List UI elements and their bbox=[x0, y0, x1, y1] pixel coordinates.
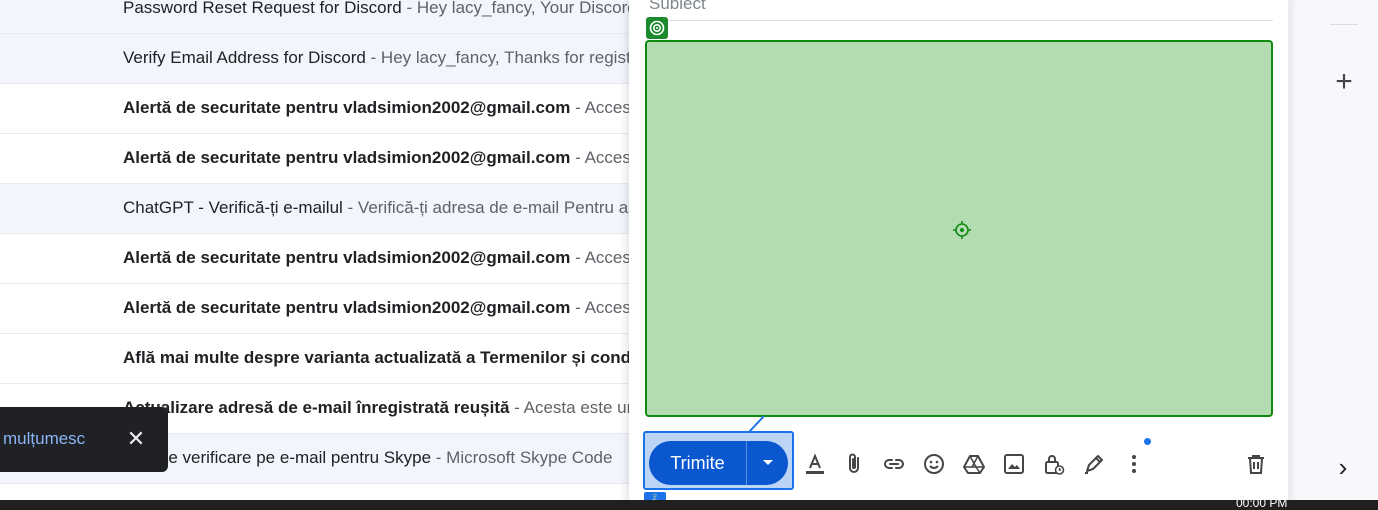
email-subject: Password Reset Request for Discord bbox=[123, 0, 402, 17]
discard-draft-icon[interactable] bbox=[1241, 449, 1271, 479]
email-subject: Alertă de securitate pentru vladsimion20… bbox=[123, 98, 571, 117]
email-subject: Alertă de securitate pentru vladsimion20… bbox=[123, 148, 571, 167]
email-row[interactable]: Alertă de securitate pentru vladsimion20… bbox=[0, 84, 640, 134]
email-subject: Actualizare adresă de e-mail înregistrat… bbox=[123, 398, 510, 417]
email-subject: Cod de verificare pe e-mail pentru Skype bbox=[123, 448, 432, 467]
email-subject: Alertă de securitate pentru vladsimion20… bbox=[123, 248, 571, 267]
more-options-icon[interactable] bbox=[1119, 449, 1149, 479]
email-snippet: - Hey lacy_fancy, Thanks for registering bbox=[365, 48, 640, 67]
close-icon[interactable]: ✕ bbox=[124, 427, 148, 451]
target-icon bbox=[646, 17, 668, 39]
snackbar: mulțumesc ✕ bbox=[0, 407, 168, 472]
side-panel: + › bbox=[1290, 0, 1378, 500]
notification-dot bbox=[1144, 438, 1151, 445]
email-subject: ChatGPT - Verifică-ți e-mailul bbox=[123, 198, 343, 217]
email-row[interactable]: Verify Email Address for Discord - Hey l… bbox=[0, 34, 640, 84]
email-subject: Verify Email Address for Discord bbox=[123, 48, 366, 67]
email-row[interactable]: Află mai multe despre varianta actualiza… bbox=[0, 334, 640, 384]
formatting-options-icon[interactable] bbox=[800, 449, 830, 479]
email-row[interactable]: Alertă de securitate pentru vladsimion20… bbox=[0, 284, 640, 334]
email-snippet: - Acesta este un mesaj bbox=[514, 398, 640, 417]
taskbar: 00:00 PM bbox=[0, 496, 1378, 510]
expand-panel-icon[interactable]: › bbox=[1333, 452, 1353, 482]
emoji-icon[interactable] bbox=[919, 449, 949, 479]
gmail-window: Password Reset Request for Discord - Hey… bbox=[0, 0, 1378, 510]
email-subject: Alertă de securitate pentru vladsimion20… bbox=[123, 298, 571, 317]
compose-toolbar bbox=[629, 438, 1288, 479]
confidential-mode-icon[interactable] bbox=[1039, 449, 1069, 479]
insert-photo-icon[interactable] bbox=[999, 449, 1029, 479]
message-body[interactable] bbox=[645, 40, 1273, 417]
attach-file-icon[interactable] bbox=[839, 449, 869, 479]
google-drive-icon[interactable] bbox=[959, 449, 989, 479]
email-row[interactable]: Password Reset Request for Discord - Hey… bbox=[0, 0, 640, 34]
email-row[interactable]: Alertă de securitate pentru vladsimion20… bbox=[0, 134, 640, 184]
email-snippet: - Microsoft Skype Code bbox=[431, 448, 613, 467]
email-row[interactable]: ChatGPT - Verifică-ți e-mailul - Verific… bbox=[0, 184, 640, 234]
insert-link-icon[interactable] bbox=[879, 449, 909, 479]
email-snippet: - Hey lacy_fancy, Your Discord password … bbox=[406, 0, 640, 17]
subject-divider bbox=[645, 20, 1273, 21]
subject-field[interactable]: Subiect bbox=[649, 0, 706, 14]
snackbar-action[interactable]: mulțumesc bbox=[3, 429, 85, 449]
taskbar-clock: 00:00 PM bbox=[1236, 496, 1288, 510]
email-subject: Află mai multe despre varianta actualiza… bbox=[123, 348, 640, 367]
signature-icon[interactable] bbox=[1079, 449, 1109, 479]
email-row[interactable]: Alertă de securitate pentru vladsimion20… bbox=[0, 234, 640, 284]
compose-window: Subiect Trimite ⚓ bbox=[629, 0, 1288, 510]
email-snippet: - Verifică-ți adresa de e-mail Pentru a bbox=[342, 198, 629, 217]
crosshair-icon bbox=[953, 221, 971, 239]
get-addons-icon[interactable]: + bbox=[1331, 67, 1357, 97]
side-panel-divider bbox=[1330, 24, 1358, 25]
